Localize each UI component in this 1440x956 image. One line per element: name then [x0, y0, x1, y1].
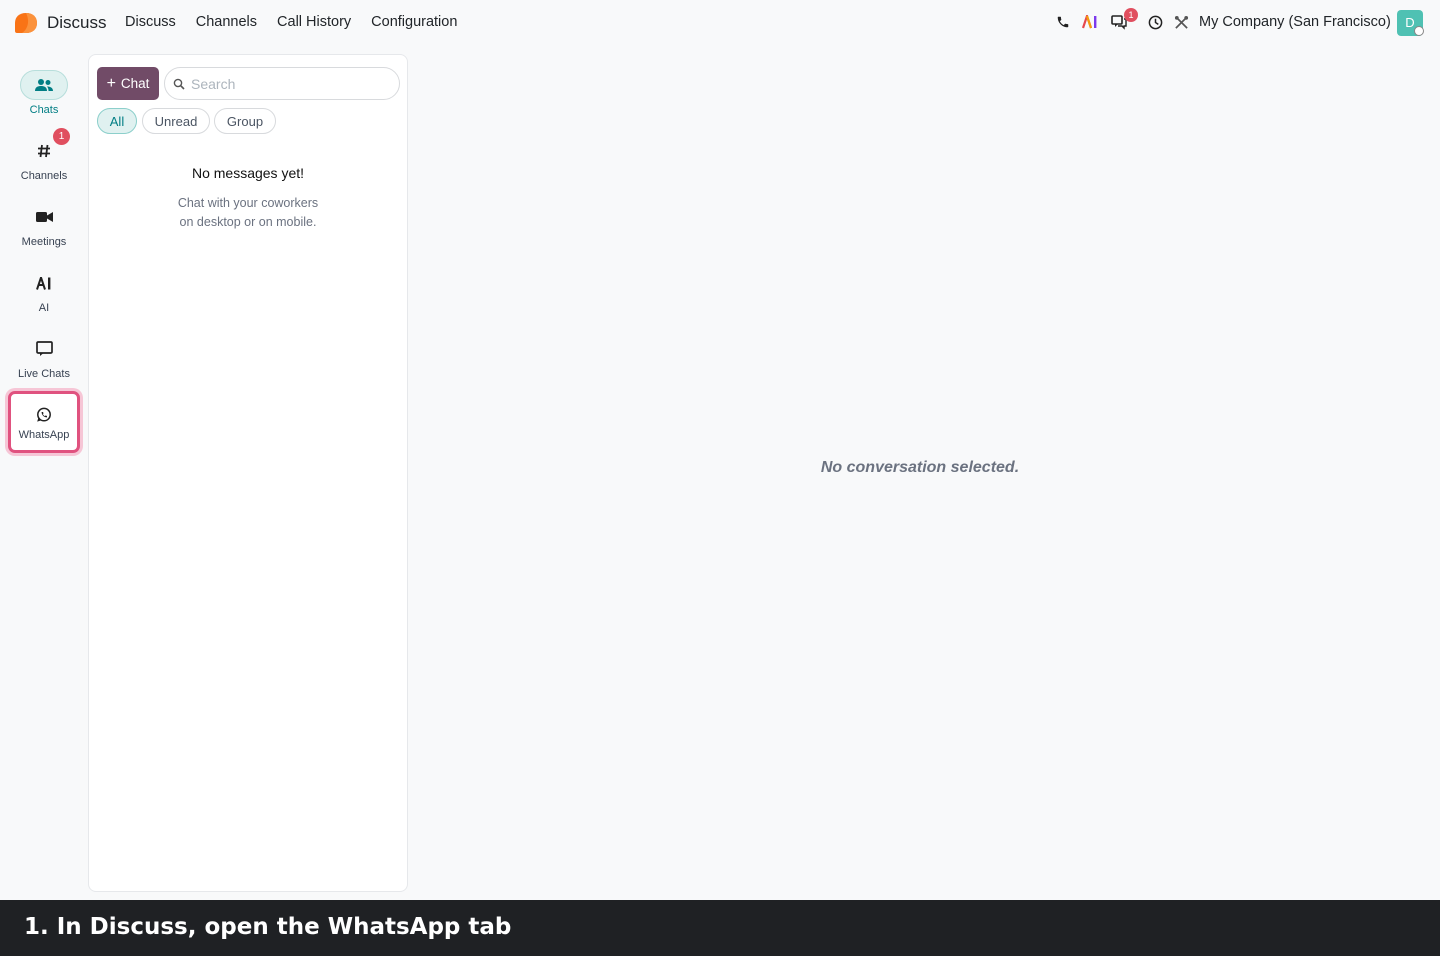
no-conversation-text: No conversation selected. — [820, 459, 1020, 476]
tools-icon[interactable] — [1172, 13, 1190, 31]
filter-unread[interactable]: Unread — [142, 108, 210, 134]
new-chat-label: Chat — [120, 76, 150, 91]
rail-label-ai: AI — [38, 302, 50, 314]
messages-badge: 1 — [1124, 8, 1138, 22]
tutorial-caption-bar: 1. In Discuss, open the WhatsApp tab — [0, 900, 1440, 956]
rail-item-whatsapp[interactable]: WhatsApp — [8, 391, 80, 453]
chat-bubble-icon — [20, 334, 68, 364]
channels-badge: 1 — [53, 128, 70, 145]
rail-item-ai[interactable]: AI — [8, 268, 80, 330]
empty-state-line-1: Chat with your coworkers — [177, 196, 319, 210]
main-menu: Discuss Channels Call History Configurat… — [125, 14, 477, 30]
phone-icon[interactable] — [1054, 13, 1072, 31]
new-chat-button[interactable]: + Chat — [97, 67, 159, 100]
menu-call-history[interactable]: Call History — [277, 14, 351, 30]
rail-label-channels: Channels — [20, 170, 68, 182]
search-field[interactable] — [164, 67, 400, 100]
rail-item-channels[interactable]: 1 Channels — [8, 128, 80, 198]
user-status-icon — [1414, 26, 1424, 36]
video-camera-icon — [20, 202, 68, 232]
plus-icon: + — [106, 74, 116, 92]
app-name[interactable]: Discuss — [47, 13, 107, 33]
search-input[interactable] — [191, 75, 391, 92]
company-switcher[interactable]: My Company (San Francisco) — [1199, 14, 1391, 30]
clock-icon[interactable] — [1146, 13, 1164, 31]
menu-channels[interactable]: Channels — [196, 14, 257, 30]
filter-group[interactable]: Group — [214, 108, 276, 134]
users-icon — [20, 70, 68, 100]
search-icon — [173, 78, 185, 90]
empty-state-message: Chat with your coworkers on desktop or o… — [89, 194, 407, 232]
rail-item-chats[interactable]: Chats — [8, 70, 80, 132]
top-navbar: Discuss Discuss Channels Call History Co… — [0, 0, 1440, 46]
whatsapp-icon — [20, 403, 68, 427]
discuss-logo-icon[interactable] — [14, 12, 38, 34]
conversation-sidebar: + Chat All Unread Group No messages yet!… — [88, 54, 408, 892]
menu-discuss[interactable]: Discuss — [125, 14, 176, 30]
ai-icon — [20, 268, 68, 298]
empty-state-line-2: on desktop or on mobile. — [179, 215, 317, 229]
rail-label-chats: Chats — [29, 104, 59, 116]
rail-item-meetings[interactable]: Meetings — [8, 202, 80, 264]
rail-label-meetings: Meetings — [21, 236, 67, 248]
rail-label-live-chats: Live Chats — [18, 368, 70, 380]
rail-label-whatsapp: WhatsApp — [18, 429, 70, 441]
rail-item-live-chats[interactable]: Live Chats — [8, 334, 80, 396]
empty-state-title: No messages yet! — [191, 165, 305, 181]
tutorial-caption: 1. In Discuss, open the WhatsApp tab — [24, 914, 512, 940]
ai-assistant-icon[interactable] — [1082, 13, 1100, 31]
menu-configuration[interactable]: Configuration — [371, 14, 457, 30]
filter-all[interactable]: All — [97, 108, 137, 134]
